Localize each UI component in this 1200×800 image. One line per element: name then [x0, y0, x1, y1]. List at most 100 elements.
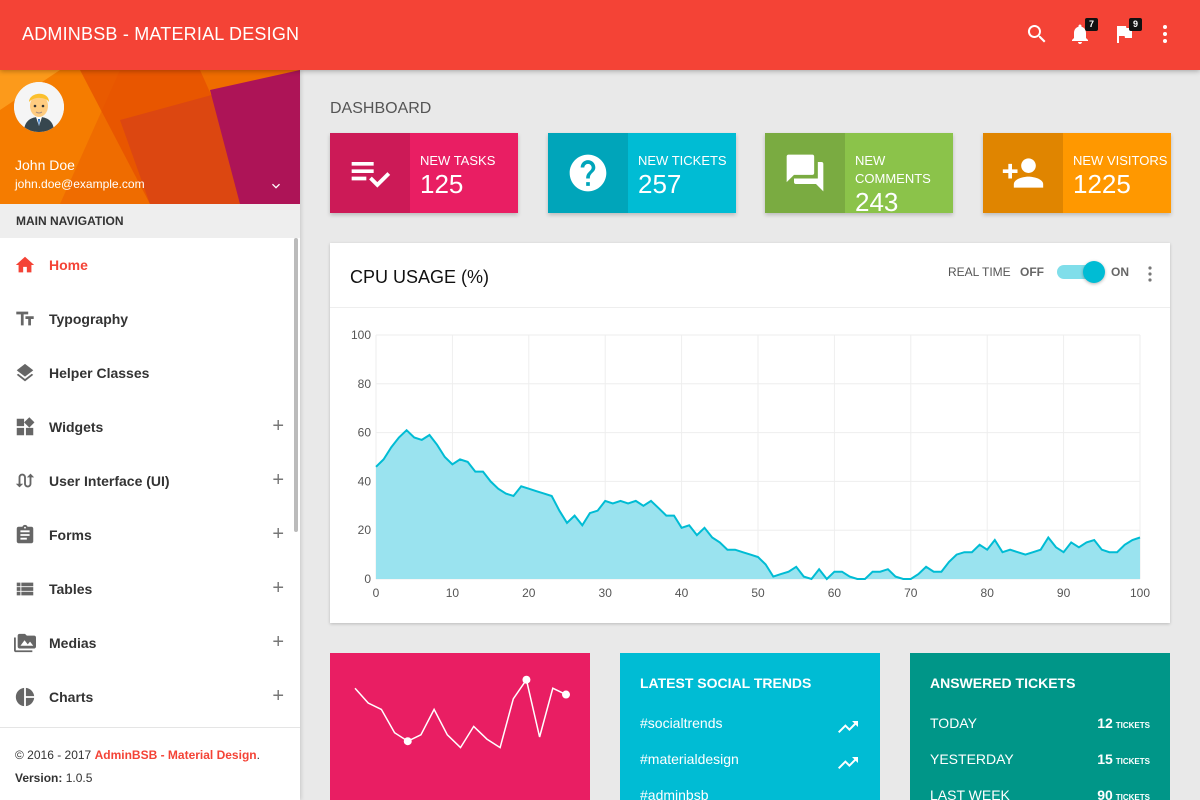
trend-item[interactable]: #materialdesign — [640, 751, 739, 767]
page-title: DASHBOARD — [330, 100, 432, 117]
user-email: john.doe@example.com — [15, 177, 145, 191]
sparkline-line — [354, 677, 567, 749]
assignment-icon — [14, 524, 36, 546]
cpu-usage-chart: 0 10 20 30 40 50 60 70 80 90 100 0 20 40 60 80 100 — [351, 328, 1150, 600]
version-label: Version: — [15, 771, 63, 785]
version-line: Version: 1.0.5 — [15, 767, 285, 790]
expand-icon[interactable]: + — [272, 523, 284, 546]
footer-link[interactable]: AdminBSB - Material Design — [95, 748, 257, 762]
tasks-badge: 9 — [1129, 18, 1142, 31]
ticket-row-value: 15 — [1097, 751, 1113, 767]
sidebar-item-medias[interactable]: Medias + — [0, 616, 300, 670]
y-tick-label: 100 — [351, 328, 371, 342]
x-tick-label: 40 — [675, 586, 689, 600]
copyright-line: © 2016 - 2017 AdminBSB - Material Design… — [15, 744, 285, 767]
realtime-toggle[interactable] — [1057, 261, 1105, 283]
sidebar-item-home[interactable]: Home — [0, 238, 300, 292]
view-list-icon — [14, 578, 36, 600]
x-tick-label: 20 — [522, 586, 536, 600]
ticket-row-label: TODAY — [930, 715, 977, 731]
tasks-button[interactable]: 9 — [1112, 18, 1142, 48]
info-box-new-tasks[interactable]: NEW TASKS 125 — [330, 133, 518, 213]
y-tick-label: 80 — [358, 377, 372, 391]
sidebar-item-helper-classes[interactable]: Helper Classes — [0, 346, 300, 400]
sidebar-item-label: Typography — [49, 311, 129, 327]
y-tick-label: 0 — [364, 572, 371, 586]
sidebar-item-label: Forms — [49, 527, 92, 543]
cpu-card-title: CPU USAGE (%) — [350, 267, 490, 287]
ticket-unit: TICKETS — [1115, 793, 1150, 800]
copyright-text: © 2016 - 2017 — [15, 748, 92, 762]
sparkline-card — [330, 653, 590, 800]
social-trends-title: LATEST SOCIAL TRENDS — [640, 675, 812, 691]
expand-icon[interactable]: + — [272, 469, 284, 492]
x-tick-label: 80 — [981, 586, 995, 600]
expand-icon[interactable]: + — [272, 415, 284, 438]
info-box-value: 257 — [638, 169, 682, 199]
x-tick-label: 30 — [599, 586, 613, 600]
ticket-row-label: YESTERDAY — [930, 751, 1014, 767]
sidebar-item-label: User Interface (UI) — [49, 473, 170, 489]
notifications-button[interactable]: 7 — [1068, 18, 1098, 48]
sidebar-item-label: Tables — [49, 581, 93, 597]
answered-tickets-card: ANSWERED TICKETS TODAY 12 TICKETS YESTERD… — [910, 653, 1170, 800]
nav-heading: MAIN NAVIGATION — [0, 204, 300, 238]
y-tick-label: 40 — [358, 474, 372, 488]
x-tick-label: 60 — [828, 586, 842, 600]
answered-tickets-title: ANSWERED TICKETS — [930, 675, 1076, 691]
ticket-row: TODAY 12 TICKETS — [930, 715, 1150, 731]
widgets-icon — [14, 416, 36, 438]
home-icon — [14, 254, 36, 276]
ticket-row-label: LAST WEEK — [930, 787, 1010, 800]
sidebar-item-widgets[interactable]: Widgets + — [0, 400, 300, 454]
sparkline-point — [562, 690, 570, 699]
top-bar: ADMINBSB - MATERIAL DESIGN 7 9 — [0, 0, 1200, 70]
trend-item[interactable]: #adminbsb — [640, 787, 709, 800]
sidebar-footer: © 2016 - 2017 AdminBSB - Material Design… — [0, 727, 300, 800]
sidebar-item-user-interface[interactable]: User Interface (UI) + — [0, 454, 300, 508]
info-box-value: 1225 — [1073, 169, 1131, 199]
sidebar-item-tables[interactable]: Tables + — [0, 562, 300, 616]
y-tick-label: 20 — [358, 523, 372, 537]
sidebar-item-label: Charts — [49, 689, 94, 705]
more-vert-icon[interactable] — [1144, 265, 1156, 283]
x-tick-label: 10 — [446, 586, 460, 600]
user-name: John Doe — [15, 157, 75, 173]
toggle-knob[interactable] — [1083, 261, 1105, 283]
x-tick-label: 0 — [373, 586, 380, 600]
info-box-label: NEW TASKS — [420, 153, 496, 168]
more-vert-icon[interactable] — [1153, 22, 1179, 48]
sidebar-menu: Home Typography Helper Classes Widgets +… — [0, 238, 300, 727]
sidebar-item-forms[interactable]: Forms + — [0, 508, 300, 562]
info-box-new-comments[interactable]: NEW COMMENTS 243 — [765, 133, 953, 217]
person-add-icon — [983, 133, 1063, 213]
info-box-label: NEW TICKETS — [638, 153, 727, 168]
sidebar-item-charts[interactable]: Charts + — [0, 670, 300, 724]
expand-icon[interactable]: + — [272, 577, 284, 600]
trend-item[interactable]: #socialtrends — [640, 715, 723, 731]
sparkline-point — [403, 737, 412, 746]
realtime-on-label: ON — [1111, 265, 1129, 279]
x-tick-label: 70 — [904, 586, 918, 600]
sidebar-item-typography[interactable]: Typography — [0, 292, 300, 346]
sparkline-point — [522, 675, 531, 684]
info-box-new-tickets[interactable]: NEW TICKETS 257 — [548, 133, 736, 213]
expand-icon[interactable]: + — [272, 631, 284, 654]
expand-icon[interactable]: + — [272, 685, 284, 708]
info-box-new-visitors[interactable]: NEW VISITORS 1225 — [983, 133, 1171, 213]
chevron-down-icon[interactable] — [268, 178, 284, 194]
y-tick-label: 60 — [358, 426, 372, 440]
app-title[interactable]: ADMINBSB - MATERIAL DESIGN — [22, 24, 299, 45]
x-tick-label: 100 — [1130, 586, 1150, 600]
avatar[interactable] — [14, 82, 64, 132]
info-box-label: NEW VISITORS — [1073, 153, 1168, 168]
sidebar-item-label: Widgets — [49, 419, 104, 435]
forum-icon — [765, 133, 845, 213]
x-tick-label: 50 — [751, 586, 765, 600]
text-fields-icon — [14, 308, 36, 330]
search-icon[interactable] — [1025, 22, 1051, 48]
sidebar-scrollbar[interactable] — [294, 238, 298, 532]
pie-chart-icon — [14, 686, 36, 708]
sidebar-item-label: Helper Classes — [49, 365, 150, 381]
user-info: John Doe john.doe@example.com — [0, 70, 300, 204]
